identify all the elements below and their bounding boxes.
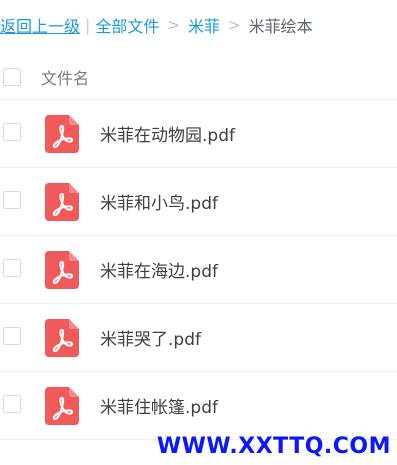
- row-checkbox[interactable]: [3, 123, 21, 141]
- select-all-checkbox[interactable]: [3, 68, 21, 86]
- row-checkbox[interactable]: [3, 395, 21, 413]
- file-name[interactable]: 米菲和小鸟.pdf: [100, 189, 218, 214]
- file-list: 米菲在动物园.pdf 米菲和小鸟.pdf 米菲在海边.pdf 米菲哭了.pdf: [0, 100, 397, 440]
- pdf-icon: [45, 387, 79, 425]
- pdf-icon: [45, 183, 79, 221]
- file-row[interactable]: 米菲住帐篷.pdf: [0, 372, 397, 440]
- back-link[interactable]: 返回上一级: [0, 13, 80, 37]
- file-name[interactable]: 米菲在动物园.pdf: [100, 121, 235, 146]
- file-name[interactable]: 米菲哭了.pdf: [100, 325, 201, 350]
- row-checkbox[interactable]: [3, 259, 21, 277]
- breadcrumb-divider: |: [85, 15, 91, 35]
- pdf-icon: [45, 115, 79, 153]
- watermark: WWW.XXTTQ.COM: [156, 434, 391, 459]
- file-list-header: 文件名: [0, 55, 397, 100]
- file-row[interactable]: 米菲哭了.pdf: [0, 304, 397, 372]
- pdf-icon: [45, 319, 79, 357]
- file-row[interactable]: 米菲和小鸟.pdf: [0, 168, 397, 236]
- breadcrumb-folder[interactable]: 米菲: [188, 13, 220, 37]
- column-header-filename[interactable]: 文件名: [41, 65, 89, 89]
- row-checkbox[interactable]: [3, 327, 21, 345]
- file-name[interactable]: 米菲在海边.pdf: [100, 257, 218, 282]
- file-name[interactable]: 米菲住帐篷.pdf: [100, 393, 218, 418]
- file-row[interactable]: 米菲在海边.pdf: [0, 236, 397, 304]
- breadcrumb-separator: >: [167, 16, 180, 34]
- breadcrumb-current: 米菲绘本: [248, 17, 313, 36]
- breadcrumb-all-files[interactable]: 全部文件: [95, 13, 159, 37]
- breadcrumb-separator: >: [228, 16, 241, 34]
- row-checkbox[interactable]: [3, 191, 21, 209]
- breadcrumb: 返回上一级 | 全部文件 > 米菲 > 米菲绘本: [0, 13, 313, 37]
- file-row[interactable]: 米菲在动物园.pdf: [0, 100, 397, 168]
- pdf-icon: [45, 251, 79, 289]
